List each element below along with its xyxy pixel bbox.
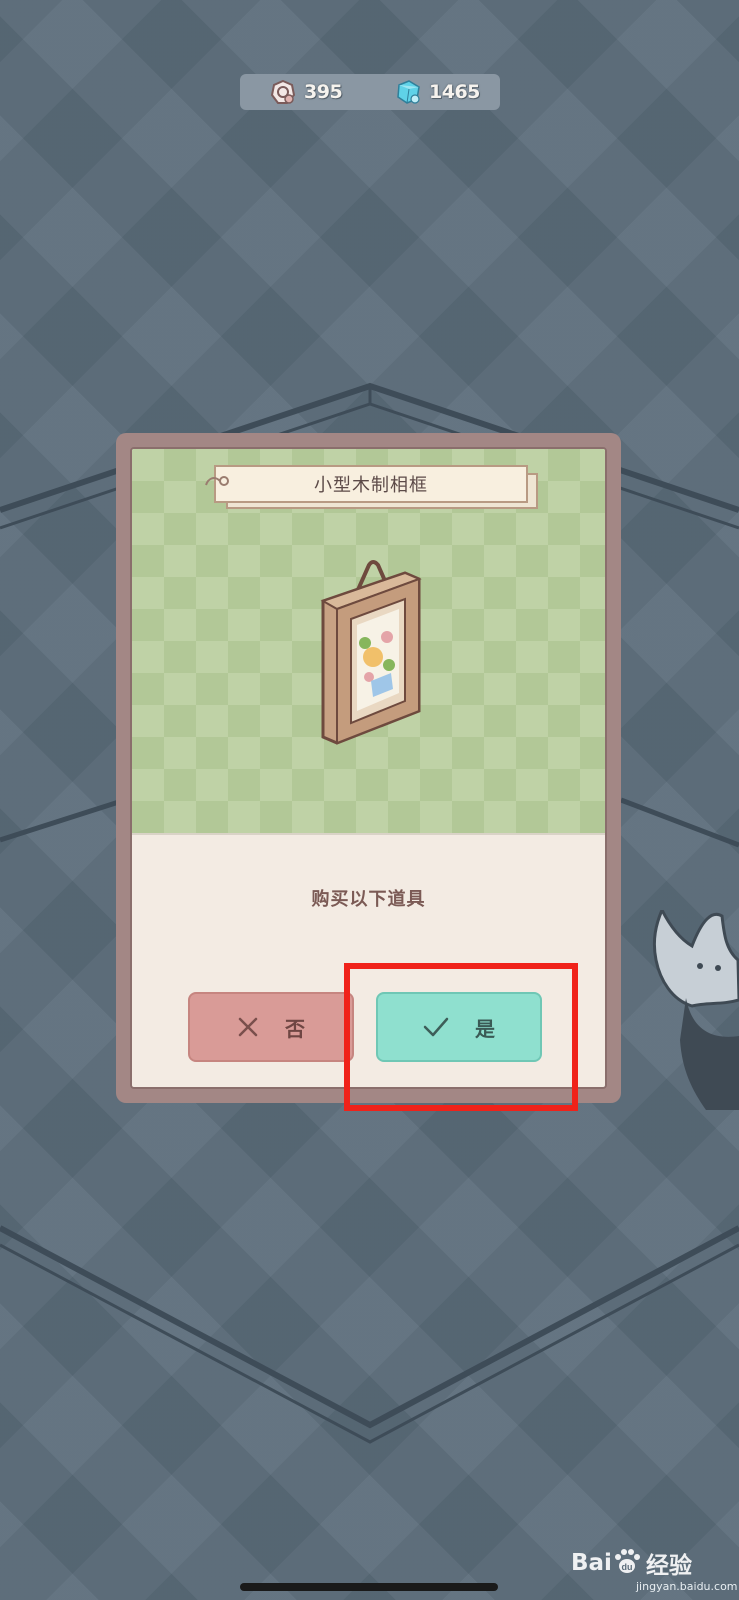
watermark-paw-text: du (621, 1562, 632, 1572)
gem-icon (395, 79, 421, 105)
watermark-url: jingyan.baidu.com (636, 1580, 738, 1593)
coin-counter[interactable]: 395 (270, 74, 343, 110)
coin-icon (270, 79, 296, 105)
item-title-tag: 小型木制相框 (205, 465, 538, 509)
home-indicator[interactable] (240, 1583, 498, 1591)
no-button-label: 否 (285, 1016, 305, 1041)
highlight-box (344, 963, 578, 1111)
paw-icon: du (612, 1547, 642, 1579)
currency-bar: 395 1465 (240, 74, 500, 110)
gem-counter[interactable]: 1465 (395, 74, 480, 110)
cat-character-icon (652, 910, 739, 1110)
tag-string-icon (205, 476, 229, 486)
picture-frame-icon (320, 560, 422, 745)
gem-amount: 1465 (429, 81, 480, 103)
item-preview-area: 小型木制相框 (132, 449, 605, 835)
purchase-prompt: 购买以下道具 (311, 889, 426, 910)
coin-amount: 395 (304, 81, 343, 103)
watermark-sub: 经验 (645, 1553, 692, 1579)
item-title: 小型木制相框 (314, 475, 428, 496)
baidu-watermark: Bai du 经验 (571, 1547, 692, 1579)
title-tag-paper: 小型木制相框 (214, 465, 528, 503)
close-icon (237, 1016, 259, 1038)
no-button[interactable]: 否 (188, 992, 354, 1062)
watermark-brand: Bai (571, 1550, 612, 1576)
